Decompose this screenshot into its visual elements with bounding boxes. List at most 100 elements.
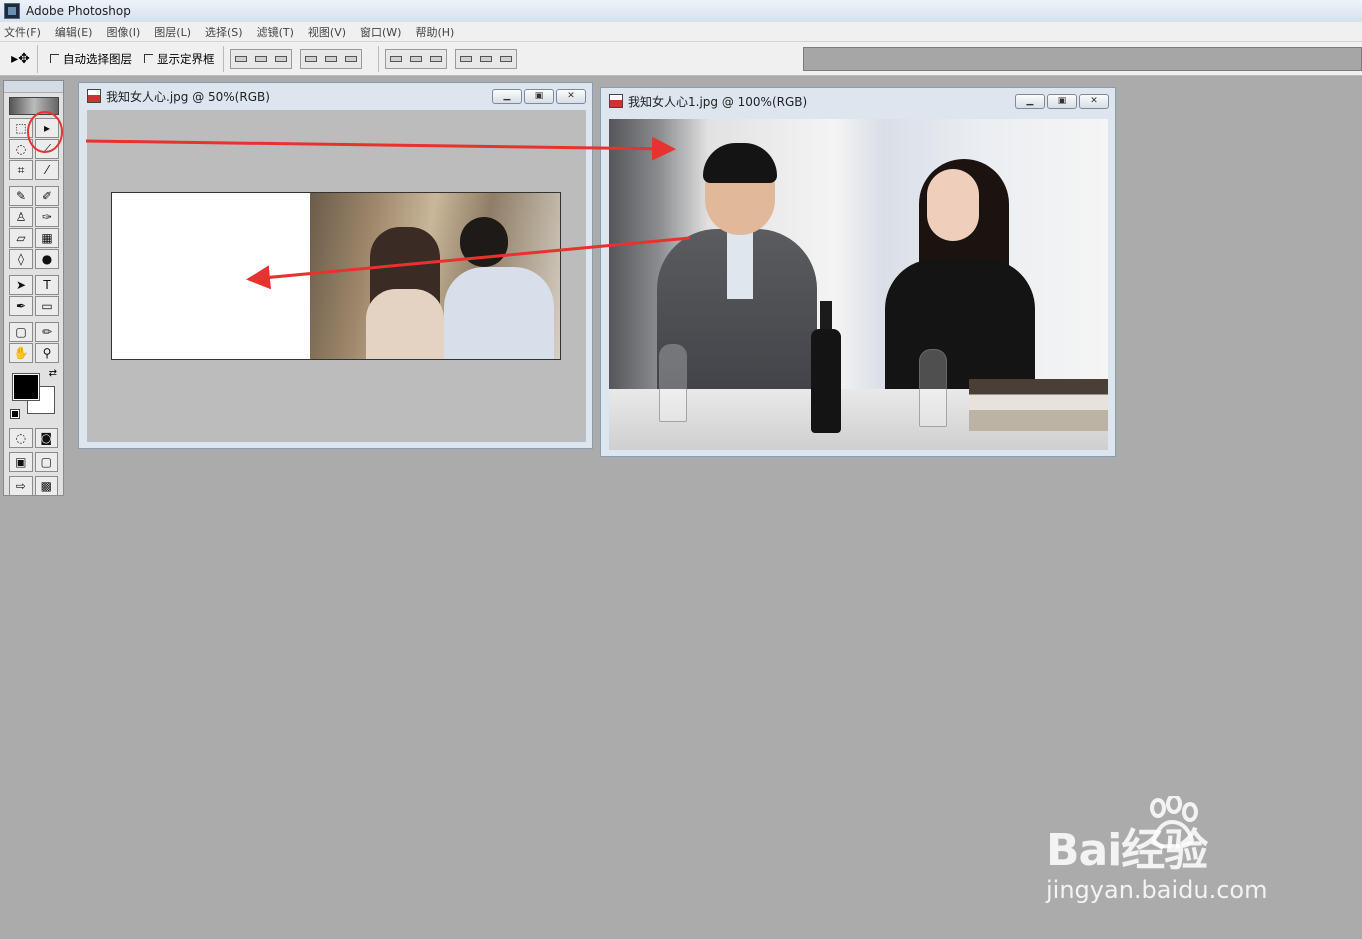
show-bounding-box-label: 显示定界框 [157,51,215,66]
photo-figure [460,217,508,267]
wine-glass [919,349,947,427]
align-top-edges-icon[interactable] [231,50,251,68]
eraser-icon[interactable]: ▱ [9,228,33,248]
photo-figure [444,267,554,359]
align-vertical-centers-icon[interactable] [251,50,271,68]
clone-stamp-icon[interactable]: ♙ [9,207,33,227]
toolbox: ⬚ ▸ ◌ ⟋ ⌗ ⁄ ✎ ✐ ♙ ✑ ▱ ▦ ◊ ● ➤ T ✒ ▭ ▢ ✏ … [3,80,64,496]
checkbox-box[interactable] [50,54,59,63]
align-horizontal-centers-icon[interactable] [321,50,341,68]
watermark-brand: Bai经验 [1046,825,1208,876]
menu-select[interactable]: 选择(S) [205,24,243,40]
separator [377,45,379,72]
rectangle-icon[interactable]: ▭ [35,296,59,316]
blur-icon[interactable]: ◊ [9,249,33,269]
menu-layer[interactable]: 图层(L) [154,24,191,40]
distribute-right-icon[interactable] [496,50,516,68]
wine-glass [659,344,687,422]
imageready-icon[interactable]: ▩ [34,476,58,496]
eyedropper-icon[interactable]: ✏ [35,322,59,342]
menu-file[interactable]: 文件(F) [4,24,41,40]
window-title-bar[interactable]: 我知女人心.jpg @ 50%(RGB) ▁ ▣ ✕ [79,83,592,109]
move-tool-icon[interactable]: ▸✥ [4,44,38,73]
foreground-color-swatch[interactable] [12,373,40,401]
full-screen-mode-icon[interactable]: ▢ [34,452,58,472]
quick-mask-mode-icon[interactable]: ◙ [34,428,58,448]
menu-edit[interactable]: 编辑(E) [55,24,93,40]
menu-image[interactable]: 图像(I) [106,24,140,40]
zoom-icon[interactable]: ⚲ [35,343,59,363]
app-title: Adobe Photoshop [26,4,131,18]
document-icon [87,89,101,103]
photo-figure [927,169,979,241]
close-button[interactable]: ✕ [556,88,586,104]
notes-icon[interactable]: ▢ [9,322,33,342]
distribute-vertical-group [384,48,447,69]
menu-help[interactable]: 帮助(H) [415,24,454,40]
document-image-2[interactable] [609,119,1108,450]
document-window-1: 我知女人心.jpg @ 50%(RGB) ▁ ▣ ✕ [78,82,593,449]
baidu-watermark: Bai经验 jingyan.baidu.com [1040,790,1300,910]
standard-mode-icon[interactable]: ◌ [9,428,33,448]
move-icon[interactable]: ▸ [35,118,59,138]
default-colors-icon[interactable] [10,409,20,419]
menu-view[interactable]: 视图(V) [308,24,346,40]
healing-brush-icon[interactable]: ✎ [9,186,33,206]
distribute-top-icon[interactable] [386,50,406,68]
show-bounding-box-checkbox[interactable]: 显示定界框 [144,51,215,67]
title-bar: Adobe Photoshop [0,0,1362,22]
tool-grid: ▢ ✏ ✋ ⚲ [4,321,63,364]
magic-wand-icon[interactable]: ⟋ [35,139,59,159]
pen-icon[interactable]: ✒ [9,296,33,316]
minimize-button[interactable]: ▁ [1015,93,1045,109]
wine-bottle [811,329,841,433]
auto-select-layer-checkbox[interactable]: 自动选择图层 [50,51,132,67]
gradient-icon[interactable]: ▦ [35,228,59,248]
distribute-center-icon[interactable] [406,50,426,68]
crop-icon[interactable]: ⌗ [9,160,33,180]
history-brush-icon[interactable]: ✑ [35,207,59,227]
document-window-2: 我知女人心1.jpg @ 100%(RGB) ▁ ▣ ✕ [600,87,1116,457]
restore-button[interactable]: ▣ [524,88,554,104]
path-selection-icon[interactable]: ➤ [9,275,33,295]
tool-grid: ✎ ✐ ♙ ✑ ▱ ▦ ◊ ● [4,185,63,270]
align-right-edges-icon[interactable] [341,50,361,68]
jump-to-imageready-icon[interactable]: ⇨ [9,476,33,496]
menu-filter[interactable]: 滤镜(T) [257,24,294,40]
document-image-1[interactable] [111,192,561,360]
photoshop-app-icon [4,3,20,19]
align-horizontal-group [299,48,362,69]
menu-window[interactable]: 窗口(W) [360,24,401,40]
restore-button[interactable]: ▣ [1047,93,1077,109]
type-icon[interactable]: T [35,275,59,295]
tool-grid: ⬚ ▸ ◌ ⟋ ⌗ ⁄ [4,117,63,181]
document-canvas-area[interactable] [87,110,586,442]
photoshop-logo-icon[interactable] [9,97,59,115]
align-bottom-edges-icon[interactable] [271,50,291,68]
distribute-left-icon[interactable] [456,50,476,68]
slice-icon[interactable]: ⁄ [35,160,59,180]
distribute-hcenter-icon[interactable] [476,50,496,68]
palette-well[interactable] [803,47,1362,71]
brush-icon[interactable]: ✐ [35,186,59,206]
jump-row: ⇨ ▩ [4,474,63,498]
dodge-icon[interactable]: ● [35,249,59,269]
hand-icon[interactable]: ✋ [9,343,33,363]
lasso-icon[interactable]: ◌ [9,139,33,159]
auto-select-layer-label: 自动选择图层 [63,51,132,66]
close-button[interactable]: ✕ [1079,93,1109,109]
toolbox-title-bar[interactable] [4,81,63,93]
marquee-icon[interactable]: ⬚ [9,118,33,138]
swap-colors-icon[interactable]: ⇄ [49,368,57,379]
align-left-edges-icon[interactable] [301,50,321,68]
minimize-button[interactable]: ▁ [492,88,522,104]
photo-figure [366,289,444,359]
checkbox-box[interactable] [144,54,153,63]
window-title-bar[interactable]: 我知女人心1.jpg @ 100%(RGB) ▁ ▣ ✕ [601,88,1115,114]
align-vertical-group [229,48,292,69]
couple-photo-1 [310,193,560,359]
distribute-bottom-icon[interactable] [426,50,446,68]
separator [222,45,224,72]
menu-bar: 文件(F) 编辑(E) 图像(I) 图层(L) 选择(S) 滤镜(T) 视图(V… [0,22,1362,42]
screen-mode-icon[interactable]: ▣ [9,452,33,472]
